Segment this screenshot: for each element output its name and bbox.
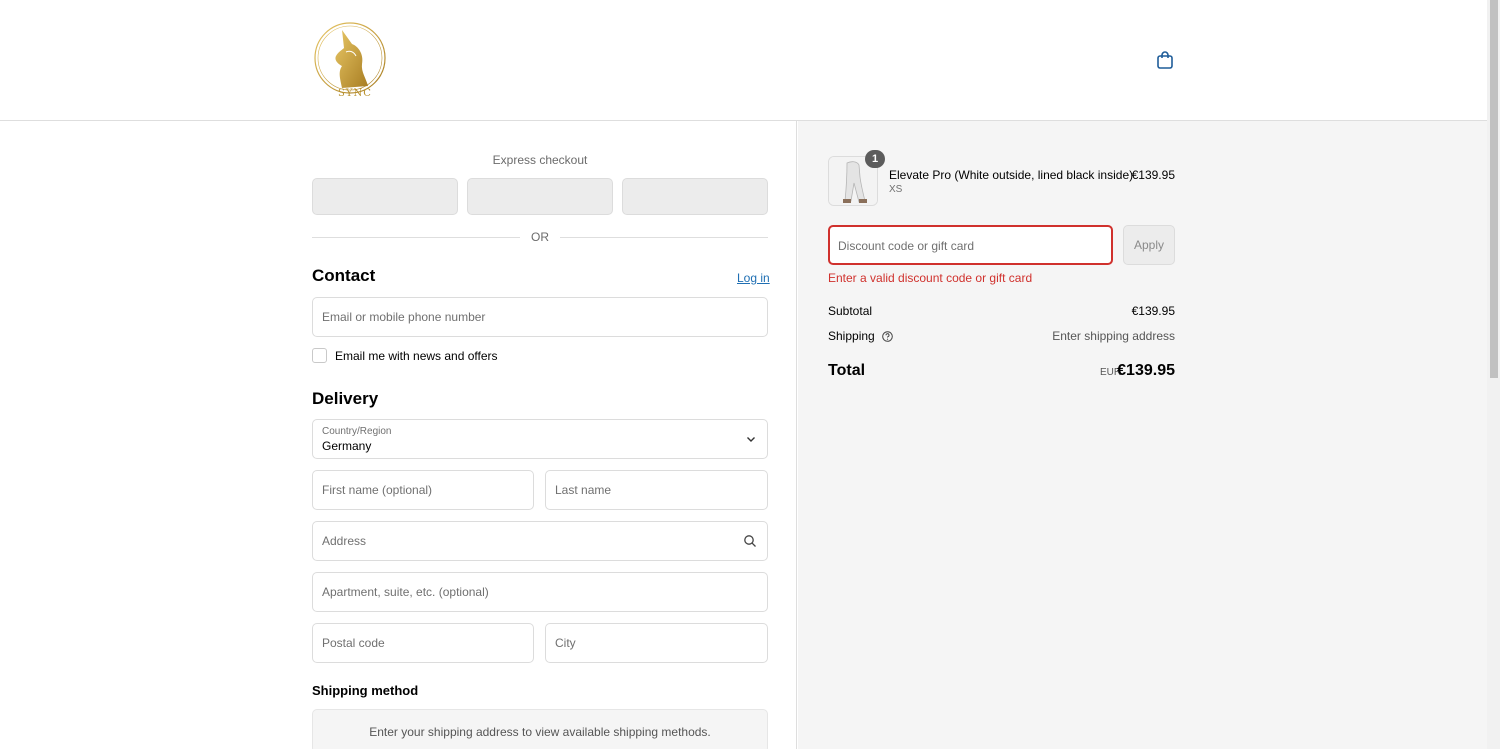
subtotal-label: Subtotal [828, 304, 873, 318]
discount-placeholder: Discount code or gift card [838, 239, 975, 253]
first-name-field[interactable]: First name (optional) [312, 470, 534, 510]
site-header: SYNC [0, 0, 1487, 121]
email-field[interactable]: Email or mobile phone number [312, 297, 768, 337]
product-price: €139.95 [1131, 168, 1175, 182]
divider-line-right [560, 237, 768, 238]
news-checkbox-label: Email me with news and offers [335, 349, 498, 363]
postal-code-placeholder: Postal code [322, 636, 385, 650]
last-name-placeholder: Last name [555, 483, 612, 497]
email-placeholder: Email or mobile phone number [322, 310, 486, 324]
shipping-label: Shipping [828, 329, 875, 343]
postal-code-field[interactable]: Postal code [312, 623, 534, 663]
country-label: Country/Region [322, 426, 392, 437]
apply-discount-button[interactable]: Apply [1123, 225, 1175, 265]
discount-error-message: Enter a valid discount code or gift card [828, 271, 1033, 285]
or-divider: OR [312, 230, 768, 244]
address-field[interactable]: Address [312, 521, 768, 561]
country-value: Germany [322, 439, 372, 453]
scrollbar-thumb[interactable] [1490, 0, 1498, 378]
subtotal-row: Subtotal €139.95 [828, 304, 1175, 318]
subtotal-value: €139.95 [1131, 304, 1175, 318]
country-select[interactable]: Country/Region Germany [312, 419, 768, 459]
shipping-method-heading: Shipping method [312, 683, 419, 698]
contact-heading: Contact [312, 266, 376, 285]
delivery-heading: Delivery [312, 389, 379, 408]
quantity-badge: 1 [865, 150, 885, 168]
total-value: €139.95 [1117, 362, 1175, 379]
apartment-field[interactable]: Apartment, suite, etc. (optional) [312, 572, 768, 612]
city-placeholder: City [555, 636, 576, 650]
express-pay-button-3[interactable] [622, 178, 768, 215]
login-link[interactable]: Log in [737, 271, 770, 285]
chevron-down-icon [747, 437, 755, 442]
express-checkout-title: Express checkout [492, 153, 588, 167]
or-text: OR [531, 230, 549, 244]
city-field[interactable]: City [545, 623, 768, 663]
last-name-field[interactable]: Last name [545, 470, 768, 510]
address-placeholder: Address [322, 534, 367, 548]
total-label: Total [828, 362, 866, 379]
product-name: Elevate Pro (White outside, lined black … [889, 168, 1134, 182]
shipping-row: Shipping Enter shipping address [828, 329, 1175, 343]
search-icon [744, 535, 756, 547]
shipping-method-message: Enter your shipping address to view avai… [369, 725, 711, 739]
logo-text: SYNC [338, 88, 372, 99]
help-circle-icon[interactable] [882, 331, 893, 342]
first-name-placeholder: First name (optional) [322, 483, 433, 497]
shipping-method-notice: Enter your shipping address to view avai… [312, 709, 768, 749]
express-pay-button-2[interactable] [467, 178, 613, 215]
divider-line-left [312, 237, 520, 238]
apartment-placeholder: Apartment, suite, etc. (optional) [322, 585, 489, 599]
shipping-value: Enter shipping address [1052, 329, 1175, 343]
shopping-bag-icon[interactable] [1155, 50, 1175, 70]
order-summary-column [798, 121, 1487, 749]
store-logo[interactable]: SYNC [312, 16, 390, 102]
product-variant: XS [889, 184, 903, 195]
discount-code-input[interactable]: Discount code or gift card [828, 225, 1113, 265]
express-pay-button-1[interactable] [312, 178, 458, 215]
news-checkbox[interactable] [312, 348, 327, 363]
